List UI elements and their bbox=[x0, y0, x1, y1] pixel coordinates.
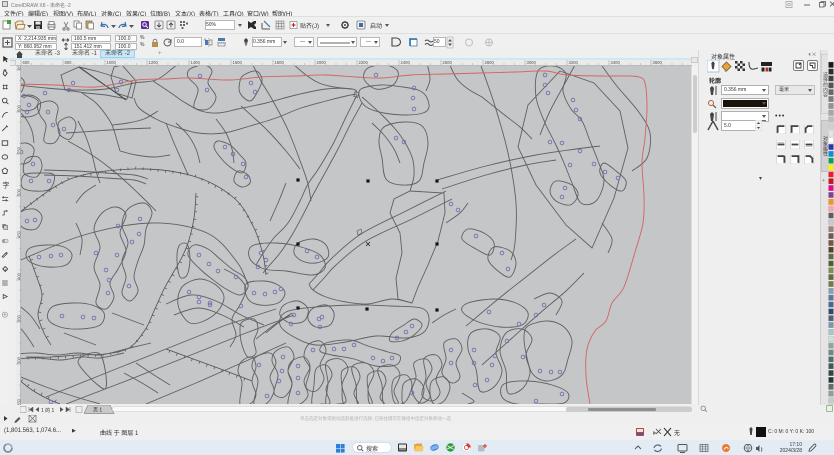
svg-text:2000: 2000 bbox=[317, 60, 327, 65]
svg-text:800: 800 bbox=[65, 60, 73, 65]
svg-text:3000: 3000 bbox=[527, 60, 537, 65]
svg-text:页 1: 页 1 bbox=[93, 408, 102, 414]
svg-text:600: 600 bbox=[23, 60, 31, 65]
svg-text:1400: 1400 bbox=[191, 60, 201, 65]
svg-text:1200: 1200 bbox=[149, 60, 159, 65]
svg-text:2400: 2400 bbox=[401, 60, 411, 65]
svg-text:1000: 1000 bbox=[107, 60, 117, 65]
svg-text:1600: 1600 bbox=[233, 60, 243, 65]
svg-text:字: 字 bbox=[2, 181, 9, 190]
svg-text:1800: 1800 bbox=[275, 60, 285, 65]
svg-text:3200: 3200 bbox=[569, 60, 579, 65]
svg-text:2800: 2800 bbox=[485, 60, 495, 65]
svg-text:3400: 3400 bbox=[611, 60, 621, 65]
svg-text:3600: 3600 bbox=[653, 60, 663, 65]
svg-text:2600: 2600 bbox=[443, 60, 453, 65]
svg-text:2200: 2200 bbox=[359, 60, 369, 65]
